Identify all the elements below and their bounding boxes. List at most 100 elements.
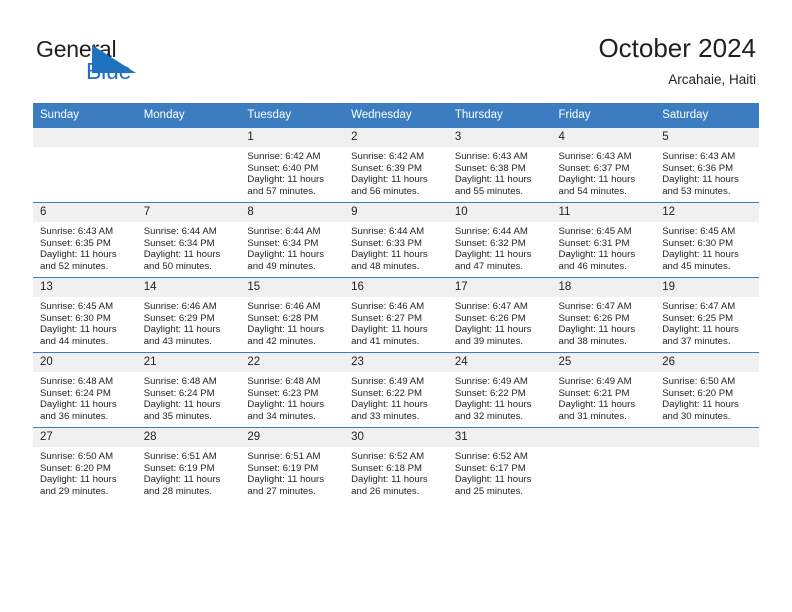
sunrise-time: Sunrise: 6:47 AM xyxy=(558,301,632,312)
sunset-time: Sunset: 6:26 PM xyxy=(558,312,630,324)
calendar-day-cell[interactable]: 19 Sunrise: 6:47 AM Sunset: 6:25 PM Dayligh… xyxy=(655,277,759,353)
sunset-time: Sunset: 6:23 PM xyxy=(247,387,319,399)
calendar-day-cell[interactable]: 6 Sunrise: 6:43 AM Sunset: 6:35 PM Daylight… xyxy=(33,202,137,278)
daylight-duration-line2: and 47 minutes. xyxy=(454,260,524,272)
page-title: October 2024 xyxy=(598,33,756,63)
calendar-day-cell[interactable]: 14 Sunrise: 6:46 AM Sunset: 6:29 PM Dayligh… xyxy=(136,277,241,353)
day-number: 4 xyxy=(551,128,656,147)
day-details: Sunrise: 6:46 AM Sunset: 6:27 PM Daylight:… xyxy=(344,297,448,347)
calendar-day-cell[interactable]: 5 Sunrise: 6:43 AM Sunset: 6:36 PM Daylight… xyxy=(655,127,759,203)
sunset-time: Sunset: 6:29 PM xyxy=(143,312,215,324)
calendar-day-cell[interactable]: 13 Sunrise: 6:45 AM Sunset: 6:30 PM Dayligh… xyxy=(33,277,137,353)
daylight-duration-line2: and 53 minutes. xyxy=(662,185,731,197)
calendar-day-cell[interactable]: 4 Sunrise: 6:43 AM Sunset: 6:37 PM Daylight… xyxy=(551,127,656,203)
daylight-duration-line1: Daylight: 11 hours xyxy=(40,399,117,411)
day-number: 26 xyxy=(655,353,759,372)
day-details: Sunrise: 6:42 AM Sunset: 6:39 PM Daylight:… xyxy=(344,147,448,197)
day-details: Sunrise: 6:45 AM Sunset: 6:30 PM Daylight:… xyxy=(33,297,137,347)
calendar-day-cell[interactable]: 31 Sunrise: 6:52 AM Sunset: 6:17 PM Dayligh… xyxy=(447,427,552,502)
calendar-day-cell[interactable]: 23 Sunrise: 6:49 AM Sunset: 6:22 PM Dayligh… xyxy=(344,352,448,428)
calendar-day-cell[interactable]: 16 Sunrise: 6:46 AM Sunset: 6:27 PM Dayligh… xyxy=(344,277,448,353)
day-cell-inner: 2 Sunrise: 6:42 AM Sunset: 6:39 PM Daylight… xyxy=(344,128,448,202)
sunset-time: Sunset: 6:36 PM xyxy=(662,162,734,174)
calendar-day-cell[interactable]: 3 Sunrise: 6:43 AM Sunset: 6:38 PM Daylight… xyxy=(447,127,552,203)
calendar-day-cell[interactable]: 17 Sunrise: 6:47 AM Sunset: 6:26 PM Dayligh… xyxy=(447,277,552,353)
calendar-day-cell[interactable]: 21 Sunrise: 6:48 AM Sunset: 6:24 PM Dayligh… xyxy=(136,352,241,428)
day-cell-inner: 9 Sunrise: 6:44 AM Sunset: 6:33 PM Daylight… xyxy=(344,203,448,277)
day-cell-inner: 4 Sunrise: 6:43 AM Sunset: 6:37 PM Daylight… xyxy=(551,128,656,202)
sunset-time: Sunset: 6:17 PM xyxy=(454,462,526,474)
day-number: 1 xyxy=(240,128,345,147)
day-number xyxy=(33,128,137,147)
sunrise-time: Sunrise: 6:49 AM xyxy=(558,376,632,387)
day-cell-inner: 14 Sunrise: 6:46 AM Sunset: 6:29 PM Dayligh… xyxy=(136,278,241,352)
calendar-day-cell[interactable]: 8 Sunrise: 6:44 AM Sunset: 6:34 PM Daylight… xyxy=(240,202,345,278)
calendar-day-cell[interactable]: 28 Sunrise: 6:51 AM Sunset: 6:19 PM Dayligh… xyxy=(136,427,241,502)
calendar-day-cell[interactable]: 20 Sunrise: 6:48 AM Sunset: 6:24 PM Dayligh… xyxy=(33,352,137,428)
daylight-duration-line1: Daylight: 11 hours xyxy=(143,474,221,486)
sunrise-time: Sunrise: 6:44 AM xyxy=(247,226,321,237)
daylight-duration-line1: Daylight: 11 hours xyxy=(247,474,325,486)
calendar-day-cell[interactable]: 1 Sunrise: 6:42 AM Sunset: 6:40 PM Daylight… xyxy=(240,127,345,203)
daylight-duration-line2: and 37 minutes. xyxy=(662,335,731,347)
calendar-day-cell[interactable]: 27 Sunrise: 6:50 AM Sunset: 6:20 PM Dayligh… xyxy=(33,427,137,502)
sunset-time: Sunset: 6:25 PM xyxy=(662,312,734,324)
daylight-duration-line2: and 48 minutes. xyxy=(351,260,420,272)
day-cell-inner xyxy=(33,128,137,202)
daylight-duration-line1: Daylight: 11 hours xyxy=(662,249,739,261)
day-number: 17 xyxy=(447,278,552,297)
calendar-day-cell[interactable]: 22 Sunrise: 6:48 AM Sunset: 6:23 PM Dayligh… xyxy=(240,352,345,428)
calendar-day-cell[interactable]: 12 Sunrise: 6:45 AM Sunset: 6:30 PM Dayligh… xyxy=(655,202,759,278)
day-number: 11 xyxy=(551,203,656,222)
day-details: Sunrise: 6:50 AM Sunset: 6:20 PM Daylight:… xyxy=(33,447,137,497)
calendar-day-cell[interactable]: 25 Sunrise: 6:49 AM Sunset: 6:21 PM Dayligh… xyxy=(551,352,656,428)
daylight-duration-line1: Daylight: 11 hours xyxy=(662,324,739,336)
day-details: Sunrise: 6:52 AM Sunset: 6:17 PM Daylight:… xyxy=(448,447,552,497)
calendar-day-cell[interactable]: 15 Sunrise: 6:46 AM Sunset: 6:28 PM Dayligh… xyxy=(240,277,345,353)
day-cell-inner: 8 Sunrise: 6:44 AM Sunset: 6:34 PM Daylight… xyxy=(240,203,345,277)
day-number: 10 xyxy=(447,203,552,222)
calendar-day-cell[interactable]: 29 Sunrise: 6:51 AM Sunset: 6:19 PM Dayligh… xyxy=(240,427,345,502)
day-details: Sunrise: 6:44 AM Sunset: 6:32 PM Daylight:… xyxy=(448,222,552,272)
daylight-duration-line1: Daylight: 11 hours xyxy=(454,474,532,486)
day-details: Sunrise: 6:44 AM Sunset: 6:33 PM Daylight:… xyxy=(344,222,448,272)
daylight-duration-line1: Daylight: 11 hours xyxy=(247,249,325,261)
sunset-time: Sunset: 6:20 PM xyxy=(662,387,734,399)
calendar-day-cell[interactable]: 30 Sunrise: 6:52 AM Sunset: 6:18 PM Dayligh… xyxy=(344,427,448,502)
day-details: Sunrise: 6:47 AM Sunset: 6:25 PM Daylight:… xyxy=(655,297,759,347)
daylight-duration-line2: and 49 minutes. xyxy=(247,260,316,272)
sunrise-time: Sunrise: 6:52 AM xyxy=(454,451,528,462)
sunset-time: Sunset: 6:38 PM xyxy=(454,162,526,174)
calendar-day-cell[interactable]: 18 Sunrise: 6:47 AM Sunset: 6:26 PM Dayligh… xyxy=(551,277,656,353)
sunset-time: Sunset: 6:30 PM xyxy=(40,312,111,324)
calendar-day-cell[interactable]: 24 Sunrise: 6:49 AM Sunset: 6:22 PM Dayligh… xyxy=(447,352,552,428)
day-number: 15 xyxy=(240,278,345,297)
calendar-day-cell[interactable]: 7 Sunrise: 6:44 AM Sunset: 6:34 PM Daylight… xyxy=(136,202,241,278)
calendar-day-cell[interactable]: 9 Sunrise: 6:44 AM Sunset: 6:33 PM Daylight… xyxy=(344,202,448,278)
sunrise-time: Sunrise: 6:42 AM xyxy=(247,151,321,162)
general-blue-logo[interactable]: General Blue xyxy=(36,36,196,88)
day-cell-inner: 7 Sunrise: 6:44 AM Sunset: 6:34 PM Daylight… xyxy=(136,203,241,277)
calendar-day-cell[interactable]: 26 Sunrise: 6:50 AM Sunset: 6:20 PM Dayligh… xyxy=(655,352,759,428)
sunrise-time: Sunrise: 6:44 AM xyxy=(454,226,528,237)
daylight-duration-line2: and 55 minutes. xyxy=(454,185,524,197)
sunrise-time: Sunrise: 6:48 AM xyxy=(247,376,321,387)
day-number: 6 xyxy=(33,203,137,222)
day-cell-inner: 21 Sunrise: 6:48 AM Sunset: 6:24 PM Dayligh… xyxy=(136,353,241,427)
daylight-duration-line2: and 42 minutes. xyxy=(247,335,316,347)
sunrise-time: Sunrise: 6:42 AM xyxy=(351,151,425,162)
sunrise-time: Sunrise: 6:46 AM xyxy=(351,301,425,312)
day-number: 9 xyxy=(344,203,448,222)
daylight-duration-line2: and 30 minutes. xyxy=(662,410,731,422)
calendar-day-cell[interactable]: 11 Sunrise: 6:45 AM Sunset: 6:31 PM Dayligh… xyxy=(551,202,656,278)
calendar-day-cell[interactable]: 2 Sunrise: 6:42 AM Sunset: 6:39 PM Daylight… xyxy=(344,127,448,203)
day-cell-inner: 31 Sunrise: 6:52 AM Sunset: 6:17 PM Dayligh… xyxy=(447,428,552,502)
day-number xyxy=(136,128,241,147)
day-details: Sunrise: 6:48 AM Sunset: 6:24 PM Daylight:… xyxy=(33,372,137,422)
sunrise-time: Sunrise: 6:47 AM xyxy=(454,301,528,312)
day-cell-inner: 19 Sunrise: 6:47 AM Sunset: 6:25 PM Dayligh… xyxy=(655,278,759,352)
sunset-time: Sunset: 6:18 PM xyxy=(351,462,423,474)
daylight-duration-line1: Daylight: 11 hours xyxy=(40,249,117,261)
calendar-day-cell[interactable]: 10 Sunrise: 6:44 AM Sunset: 6:32 PM Dayligh… xyxy=(447,202,552,278)
day-cell-inner: 18 Sunrise: 6:47 AM Sunset: 6:26 PM Dayligh… xyxy=(551,278,656,352)
